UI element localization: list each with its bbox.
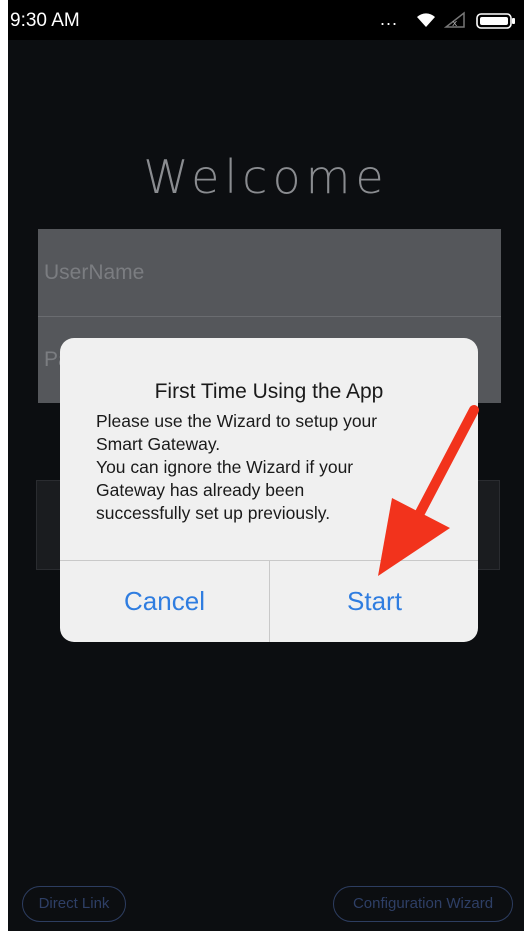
battery-icon xyxy=(476,13,515,29)
phone-screen: 9:30 AM ... x Welcome Direct Link Config… xyxy=(8,0,524,931)
svg-text:x: x xyxy=(452,19,458,29)
welcome-title: Welcome xyxy=(143,150,389,204)
signal-icon: x xyxy=(444,11,465,29)
cancel-button[interactable]: Cancel xyxy=(60,561,269,642)
direct-link-button[interactable]: Direct Link xyxy=(22,886,126,922)
more-dots-icon: ... xyxy=(379,9,398,29)
status-bar: 9:30 AM ... x xyxy=(8,0,524,40)
configuration-wizard-button[interactable]: Configuration Wizard xyxy=(333,886,513,922)
username-input[interactable] xyxy=(38,229,501,316)
status-time: 9:30 AM xyxy=(10,10,80,31)
wifi-icon xyxy=(417,13,435,27)
red-arrow-icon xyxy=(378,405,479,576)
